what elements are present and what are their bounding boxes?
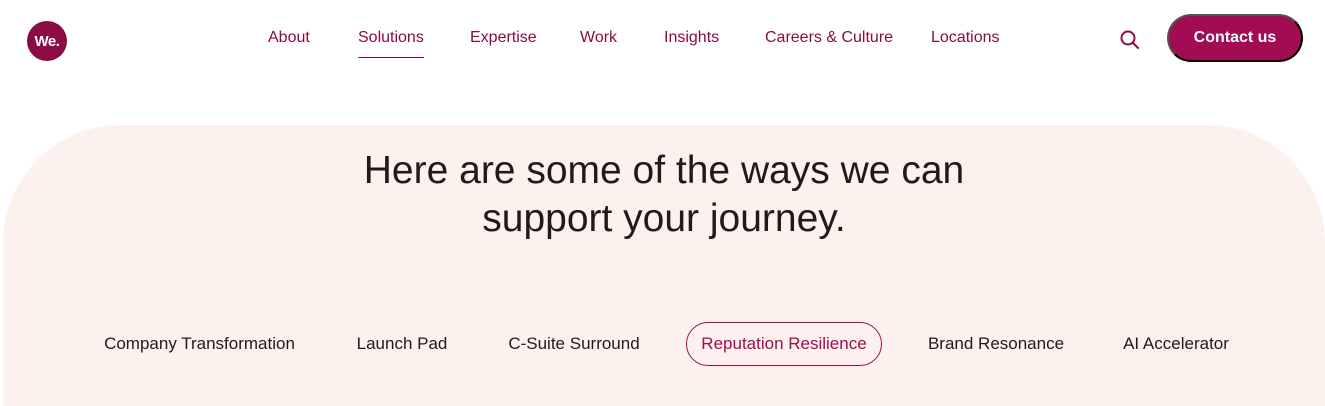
- nav-item-insights[interactable]: Insights: [664, 27, 719, 49]
- nav-item-expertise[interactable]: Expertise: [470, 27, 537, 49]
- search-icon[interactable]: [1119, 29, 1141, 51]
- tab-label: Company Transformation: [104, 334, 295, 353]
- nav-item-work[interactable]: Work: [580, 27, 617, 49]
- nav-item-solutions[interactable]: Solutions: [358, 27, 424, 58]
- hero-title-line-1: Here are some of the ways we can: [363, 149, 965, 192]
- tab-label: Launch Pad: [356, 334, 448, 353]
- tab-brand-resonance[interactable]: Brand Resonance: [927, 322, 1065, 366]
- solutions-tabs: Company Transformation Launch Pad C-Suit…: [3, 322, 1325, 368]
- tab-label: Brand Resonance: [927, 334, 1065, 353]
- tab-c-suite-surround[interactable]: C-Suite Surround: [508, 322, 640, 366]
- search-icon-graphic: [1120, 30, 1139, 49]
- hero-title: Here are some of the ways we can support…: [3, 147, 1325, 243]
- nav-item-about[interactable]: About: [268, 27, 310, 49]
- tab-ai-accelerator[interactable]: AI Accelerator: [1123, 322, 1229, 366]
- nav-item-locations[interactable]: Locations: [931, 27, 1000, 49]
- contact-us-button[interactable]: Contact us: [1167, 14, 1303, 62]
- tab-company-transformation[interactable]: Company Transformation: [102, 322, 297, 366]
- nav-item-careers-culture[interactable]: Careers & Culture: [765, 27, 893, 49]
- tab-launch-pad[interactable]: Launch Pad: [356, 322, 448, 366]
- site-header: We. About Solutions Expertise Work Insig…: [0, 0, 1325, 88]
- tab-label: AI Accelerator: [1123, 334, 1229, 353]
- hero-title-line-2: support your journey.: [482, 197, 846, 240]
- tab-reputation-resilience[interactable]: Reputation Resilience: [686, 322, 882, 366]
- tab-label: C-Suite Surround: [508, 334, 640, 353]
- tab-label: Reputation Resilience: [701, 334, 867, 353]
- solutions-hero: Here are some of the ways we can support…: [3, 125, 1325, 406]
